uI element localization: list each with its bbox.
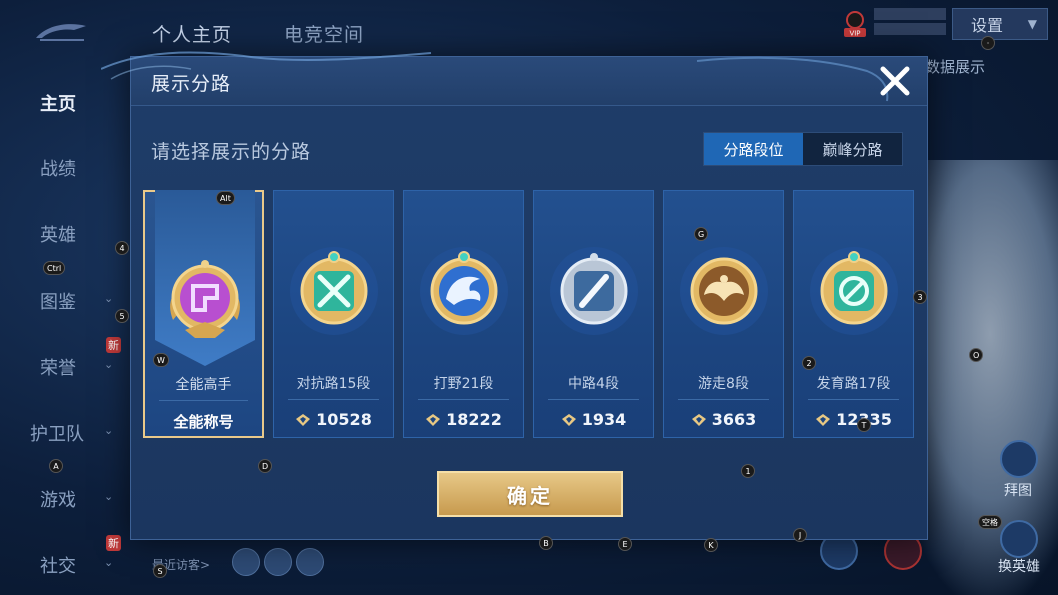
key-hint-a: A bbox=[49, 459, 63, 473]
chevron-down-icon: ⌄ bbox=[104, 292, 114, 305]
sidebar-item-honor[interactable]: 荣誉 bbox=[40, 354, 76, 380]
rank-point-icon bbox=[426, 413, 441, 426]
key-hint-alt: Alt bbox=[216, 191, 235, 205]
lane-card-name: 发育路17段 bbox=[816, 376, 891, 392]
lane-card-score: 12335 bbox=[794, 410, 913, 429]
tab-personal-home[interactable]: 个人主页 bbox=[152, 20, 232, 47]
confirm-button[interactable]: 确定 bbox=[437, 471, 623, 517]
lane-card-score-value: 3663 bbox=[711, 410, 757, 429]
worship-label[interactable]: 拜图 bbox=[1004, 480, 1032, 500]
key-hint-e: E bbox=[618, 537, 632, 551]
new-badge: 新 bbox=[106, 337, 121, 353]
worship-icon[interactable] bbox=[1000, 440, 1038, 478]
lane-card-clash[interactable]: 对抗路15段 10528 bbox=[273, 190, 394, 438]
key-hint-space: 空格 bbox=[978, 515, 1002, 529]
avatar[interactable] bbox=[296, 548, 324, 576]
key-hint-4: 4 bbox=[115, 241, 129, 255]
lane-card-score-value: 10528 bbox=[316, 410, 372, 429]
lane-card-jungle[interactable]: 打野21段 18222 bbox=[403, 190, 524, 438]
new-badge: 新 bbox=[106, 535, 121, 551]
vip-info-panel bbox=[874, 8, 946, 38]
tab-lane-rank[interactable]: 分路段位 bbox=[704, 133, 803, 165]
lane-mode-toggle: 分路段位 巅峰分路 bbox=[703, 132, 903, 166]
divider bbox=[548, 399, 639, 400]
lane-card-name: 对抗路15段 bbox=[296, 376, 371, 392]
key-hint-t: T bbox=[857, 418, 871, 432]
key-hint-j: J bbox=[793, 528, 807, 542]
vip-label: VIP bbox=[849, 30, 860, 38]
key-hint-2: 2 bbox=[802, 356, 816, 370]
rank-point-icon bbox=[691, 413, 706, 426]
avatar[interactable] bbox=[264, 548, 292, 576]
sidebar-item-heroes[interactable]: 英雄 bbox=[40, 221, 76, 247]
lane-card-score: 10528 bbox=[274, 410, 393, 429]
key-hint-k: K bbox=[704, 538, 718, 552]
lane-card-score-value: 1934 bbox=[581, 410, 627, 429]
rank-point-icon bbox=[296, 413, 311, 426]
lane-card-score: 1934 bbox=[534, 410, 653, 429]
divider bbox=[288, 399, 379, 400]
sidebar-item-record[interactable]: 战绩 bbox=[40, 155, 76, 181]
sidebar-item-home[interactable]: 主页 bbox=[40, 90, 76, 116]
sidebar-item-social[interactable]: 社交 bbox=[40, 552, 76, 578]
chevron-down-icon: ⌄ bbox=[104, 490, 114, 503]
key-hint-s: S bbox=[153, 564, 167, 578]
settings-button[interactable]: 设置 ▼ bbox=[952, 8, 1048, 40]
all-round-emblem-icon bbox=[170, 260, 240, 338]
farm-lane-emblem-icon bbox=[810, 247, 898, 335]
mid-lane-emblem-icon bbox=[550, 247, 638, 335]
divider bbox=[159, 400, 248, 401]
chevron-down-icon: ⌄ bbox=[104, 556, 114, 569]
key-hint-b: B bbox=[539, 536, 553, 550]
dialog-title: 展示分路 bbox=[151, 73, 232, 95]
select-prompt: 请选择展示的分路 bbox=[151, 141, 312, 163]
rank-point-icon bbox=[816, 413, 831, 426]
roam-emblem-icon bbox=[680, 247, 768, 335]
vip-badge-icon[interactable]: VIP bbox=[842, 10, 868, 38]
lane-card-name: 打野21段 bbox=[433, 376, 494, 392]
back-logo-icon[interactable] bbox=[34, 20, 88, 42]
lane-card-all-round[interactable]: 全能高手 全能称号 bbox=[143, 190, 264, 438]
lane-card-name: 游走8段 bbox=[698, 376, 749, 392]
key-hint-3: 3 bbox=[913, 290, 927, 304]
key-hint-5: 5 bbox=[115, 309, 129, 323]
key-hint-w: W bbox=[153, 353, 169, 367]
lane-card-mid[interactable]: 中路4段 1934 bbox=[533, 190, 654, 438]
caret-down-icon: ▼ bbox=[1027, 17, 1037, 31]
dialog-header: 展示分路 bbox=[101, 51, 927, 106]
tab-esports-space[interactable]: 电竞空间 bbox=[284, 20, 364, 47]
avatar[interactable] bbox=[232, 548, 260, 576]
lane-card-name: 全能高手 bbox=[175, 377, 232, 393]
sidebar-item-atlas[interactable]: 图鉴 bbox=[40, 288, 76, 314]
lane-card-name: 中路4段 bbox=[568, 376, 619, 392]
tab-peak-lane[interactable]: 巅峰分路 bbox=[803, 133, 902, 165]
lane-card-score: 全能称号 bbox=[145, 411, 262, 432]
lane-card-roam[interactable]: 游走8段 3663 bbox=[663, 190, 784, 438]
chevron-down-icon: ⌄ bbox=[104, 424, 114, 437]
clash-lane-emblem-icon bbox=[290, 247, 378, 335]
close-icon[interactable] bbox=[877, 63, 913, 99]
lane-card-farm[interactable]: 发育路17段 12335 bbox=[793, 190, 914, 438]
switch-hero-label[interactable]: 换英雄 bbox=[998, 556, 1040, 576]
lane-display-dialog: 展示分路 请选择展示的分路 分路段位 巅峰分路 全能高手 全能称号 对抗路15段… bbox=[101, 51, 928, 540]
divider bbox=[678, 399, 769, 400]
lane-card-score-value: 18222 bbox=[446, 410, 502, 429]
sidebar-item-games[interactable]: 游戏 bbox=[40, 486, 76, 512]
lane-card-score: 18222 bbox=[404, 410, 523, 429]
sidebar-item-guard[interactable]: 护卫队 bbox=[30, 420, 84, 446]
divider bbox=[418, 399, 509, 400]
lane-card-score: 3663 bbox=[664, 410, 783, 429]
switch-hero-icon[interactable] bbox=[1000, 520, 1038, 558]
divider bbox=[808, 399, 899, 400]
key-hint-dot: · bbox=[981, 36, 995, 50]
lane-card-score-value: 全能称号 bbox=[173, 413, 234, 431]
chevron-down-icon: ⌄ bbox=[104, 358, 114, 371]
jungle-emblem-icon bbox=[420, 247, 508, 335]
key-hint-ctrl: Ctrl bbox=[43, 261, 66, 275]
settings-label: 设置 bbox=[971, 16, 1004, 35]
header-ornament bbox=[697, 56, 889, 102]
rank-point-icon bbox=[561, 413, 576, 426]
key-hint-1: 1 bbox=[741, 464, 755, 478]
